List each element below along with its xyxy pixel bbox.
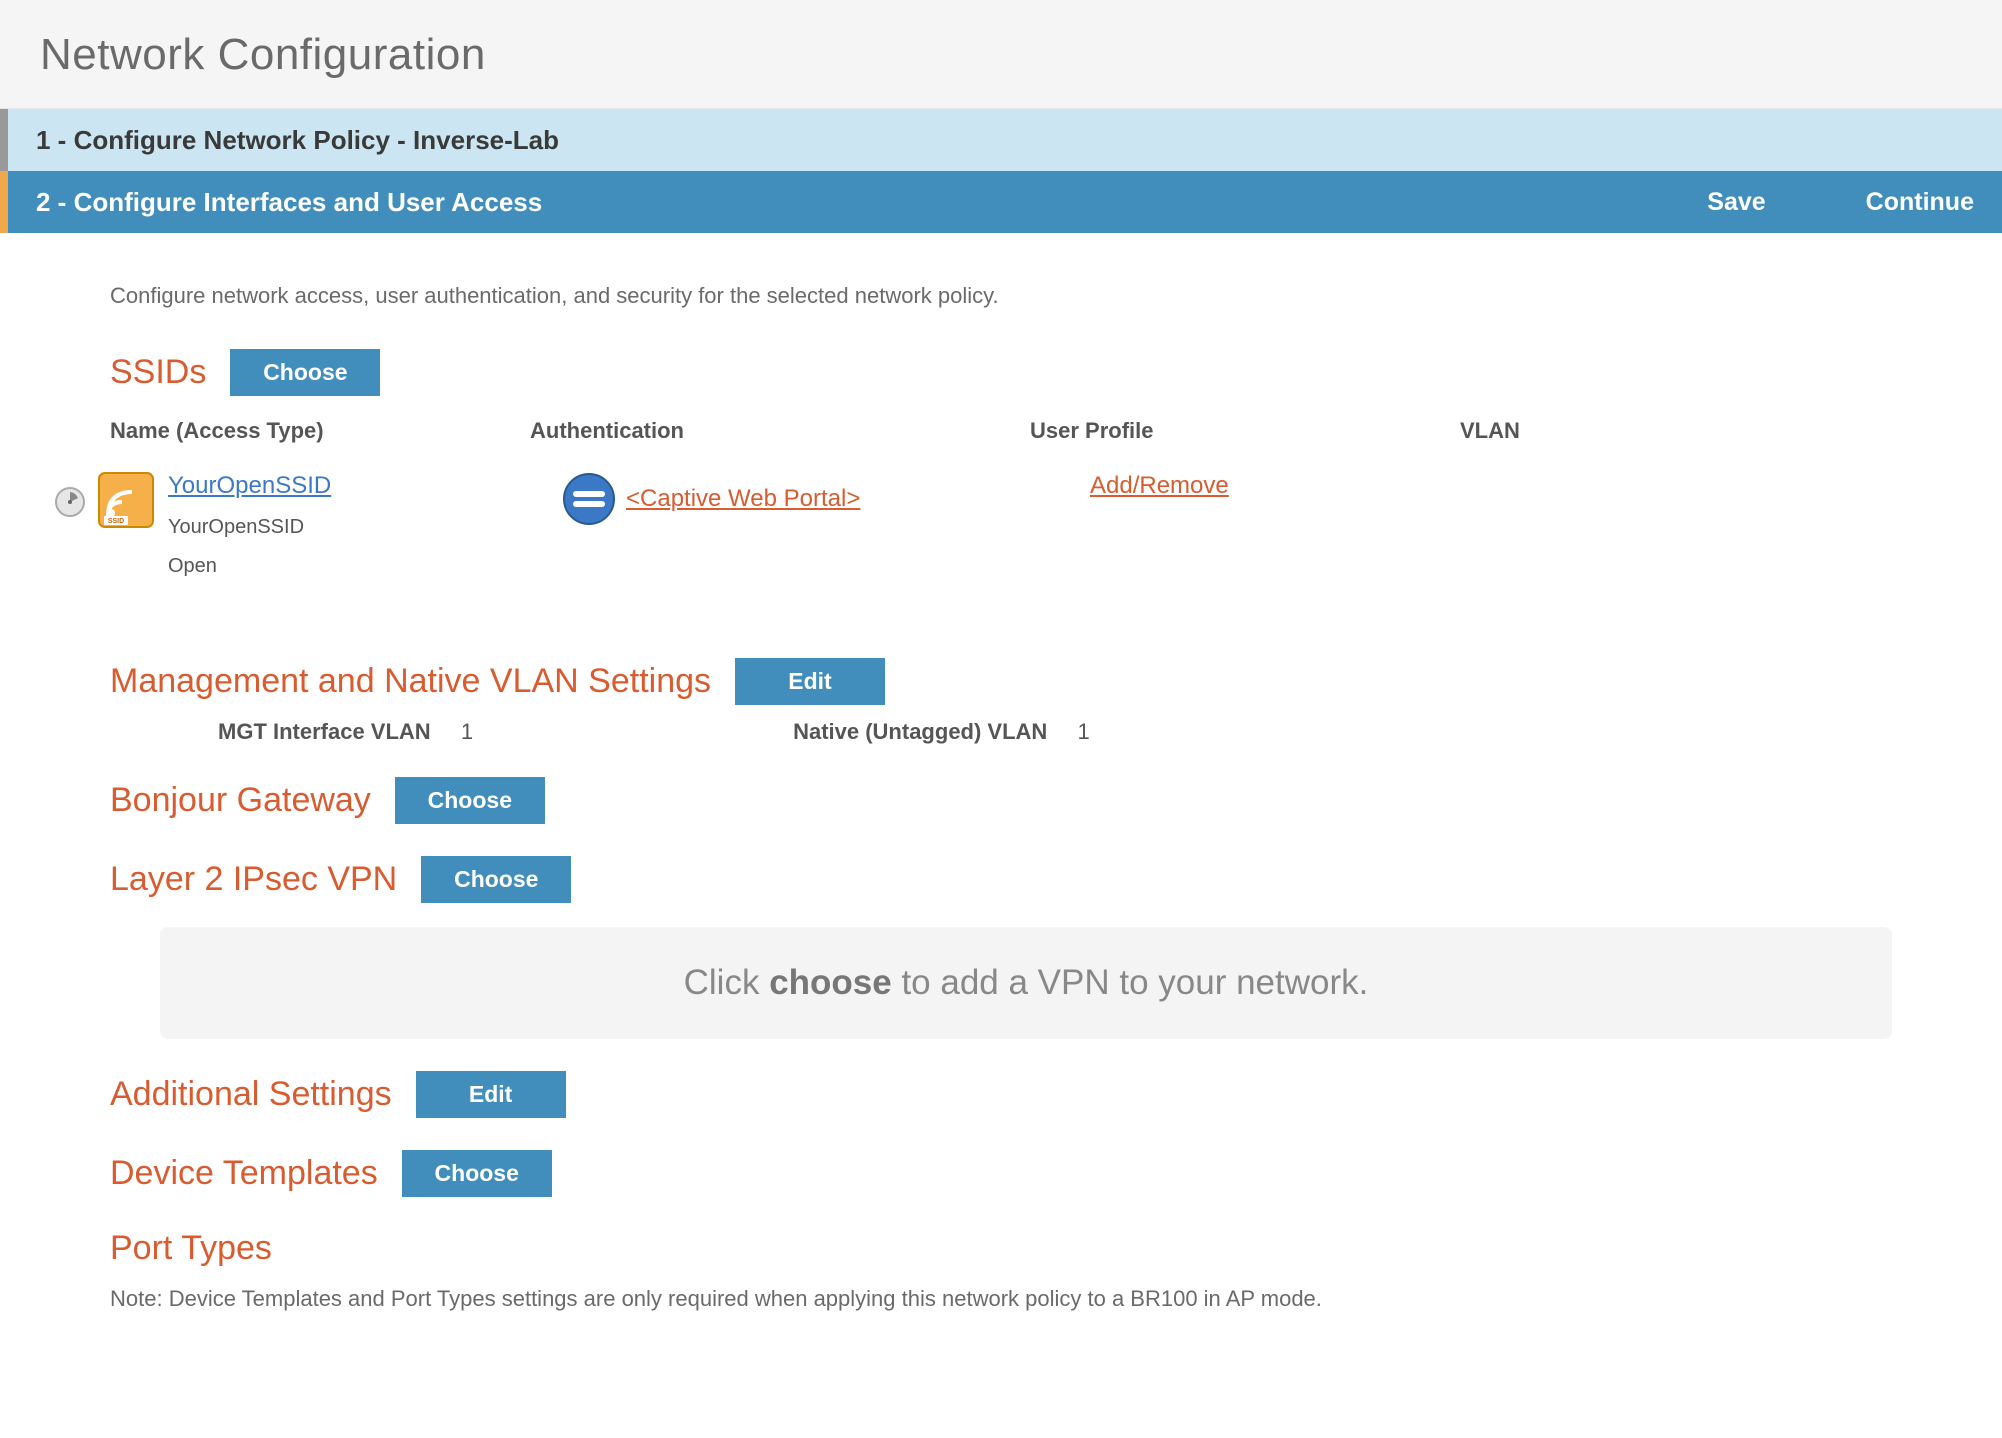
native-vlan-value: 1 [1077,719,1089,744]
page-title: Network Configuration [40,30,1962,80]
device-templates-title: Device Templates [110,1154,378,1193]
ipsec-section-header: Layer 2 IPsec VPN Choose [110,856,1892,903]
mgt-vlan-value: 1 [461,719,473,744]
step-2-label: 2 - Configure Interfaces and User Access [36,187,542,218]
step-1-label: 1 - Configure Network Policy - Inverse-L… [36,125,559,156]
continue-button[interactable]: Continue [1866,188,1974,217]
device-templates-choose-button[interactable]: Choose [402,1150,552,1197]
port-types-note: Note: Device Templates and Port Types se… [110,1286,1892,1312]
ssid-name-sub: YourOpenSSID [168,516,331,539]
ipsec-title: Layer 2 IPsec VPN [110,860,397,899]
additional-edit-button[interactable]: Edit [416,1071,566,1118]
bonjour-choose-button[interactable]: Choose [395,777,545,824]
ssids-table: Name (Access Type) Authentication User P… [110,418,1892,578]
wizard-step-1[interactable]: 1 - Configure Network Policy - Inverse-L… [0,109,2002,171]
section-description: Configure network access, user authentic… [110,283,1892,309]
ssids-title: SSIDs [110,353,206,392]
ssid-icon: SSID [98,472,154,528]
vlan-section-header: Management and Native VLAN Settings Edit [110,658,1892,705]
ssids-header-name: Name (Access Type) [110,418,530,444]
save-button[interactable]: Save [1707,188,1765,217]
clock-icon [54,486,86,518]
ssid-row: SSID YourOpenSSID YourOpenSSID Open <Cap… [54,472,1892,578]
additional-section-header: Additional Settings Edit [110,1071,1892,1118]
ssid-profile-link[interactable]: Add/Remove [1090,472,1229,499]
vpn-hint-strong: choose [769,963,892,1002]
ssid-access-type: Open [168,555,331,578]
vlan-values-row: MGT Interface VLAN 1 Native (Untagged) V… [218,719,1892,745]
native-vlan-label: Native (Untagged) VLAN [793,719,1047,744]
page-header: Network Configuration [0,0,2002,109]
vpn-hint-post: to add a VPN to your network. [892,963,1369,1002]
additional-title: Additional Settings [110,1075,392,1114]
port-types-section-header: Port Types [110,1229,1892,1268]
vlan-edit-button[interactable]: Edit [735,658,885,705]
bonjour-section-header: Bonjour Gateway Choose [110,777,1892,824]
content-area: Configure network access, user authentic… [0,233,2002,1322]
vpn-hint-pre: Click [684,963,770,1002]
vlan-title: Management and Native VLAN Settings [110,662,711,701]
mgt-vlan-label: MGT Interface VLAN [218,719,431,744]
ssids-choose-button[interactable]: Choose [230,349,380,396]
port-types-title: Port Types [110,1229,272,1268]
vpn-hint-box: Click choose to add a VPN to your networ… [160,927,1892,1039]
device-templates-section-header: Device Templates Choose [110,1150,1892,1197]
ssids-section-header: SSIDs Choose [110,349,1892,396]
ssid-auth-link[interactable]: <Captive Web Portal> [626,485,860,513]
wizard-step-2: 2 - Configure Interfaces and User Access… [0,171,2002,233]
ssids-header-row: Name (Access Type) Authentication User P… [110,418,1892,458]
bonjour-title: Bonjour Gateway [110,781,371,820]
svg-text:SSID: SSID [108,518,124,525]
ssid-name-link[interactable]: YourOpenSSID [168,472,331,500]
ssids-header-vlan: VLAN [1460,418,1892,444]
ipsec-choose-button[interactable]: Choose [421,856,571,903]
ssids-header-auth: Authentication [530,418,1030,444]
ssids-header-profile: User Profile [1030,418,1460,444]
captive-portal-icon [562,472,616,526]
